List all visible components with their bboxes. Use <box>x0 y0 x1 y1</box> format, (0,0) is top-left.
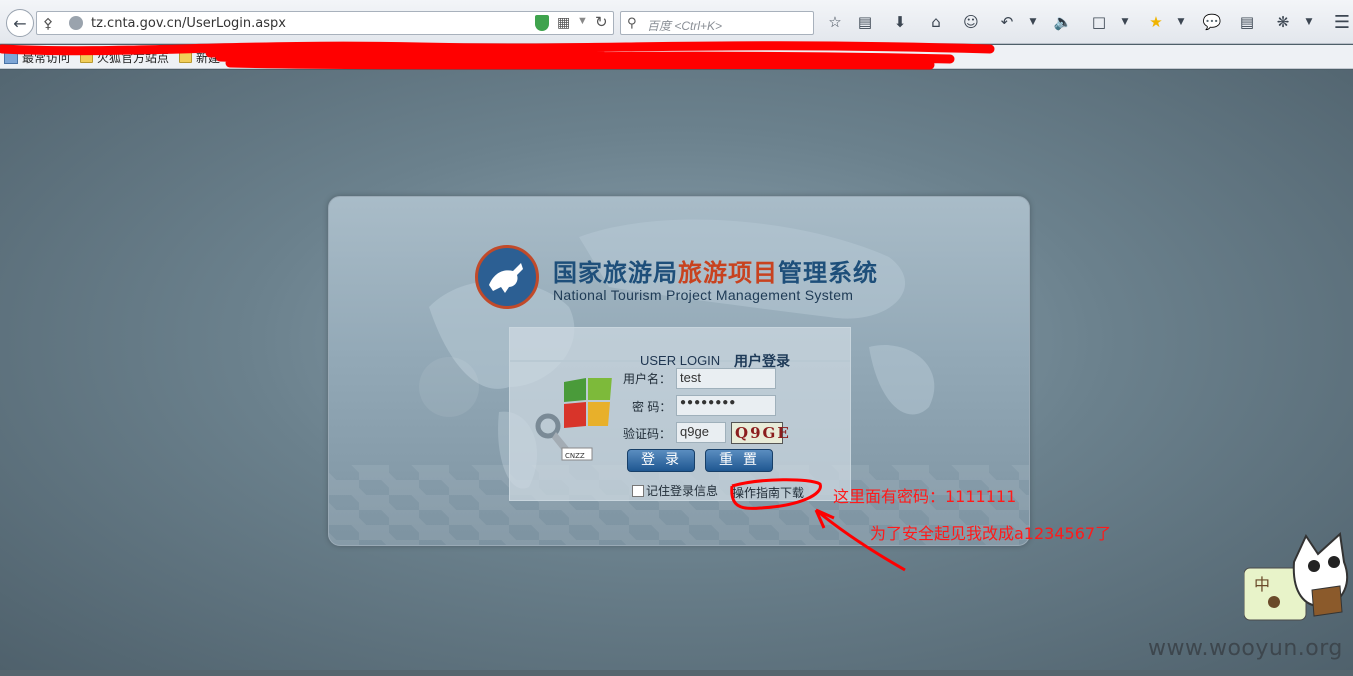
volume-icon[interactable]: 🔈 <box>1052 11 1074 33</box>
qrcode-icon[interactable]: ▦ <box>557 14 570 31</box>
bookmarks-list-icon[interactable]: ▤ <box>854 11 876 33</box>
url-text: tz.cnta.gov.cn/UserLogin.aspx <box>91 16 286 31</box>
login-heading-en: USER LOGIN <box>640 353 721 368</box>
smiley-icon[interactable]: ☺ <box>960 11 982 33</box>
address-bar[interactable]: ⚴ tz.cnta.gov.cn/UserLogin.aspx ▦ ▼ ↻ <box>36 11 614 35</box>
remember-login[interactable]: 记住登录信息 <box>632 482 718 499</box>
login-button[interactable]: 登录 <box>627 449 695 472</box>
search-placeholder: 百度 <Ctrl+K> <box>647 19 723 33</box>
bookmarks-bar: 最常访问 火狐官方站点 新建 <box>0 41 1353 70</box>
mascot-sticker: 中 <box>1244 532 1349 621</box>
search-box[interactable]: ⚲ 百度 <Ctrl+K> <box>620 11 814 35</box>
password-label: 密 码： <box>632 400 672 414</box>
title-part-accent: 旅游项目 <box>678 259 778 287</box>
key-icon: ⚴ <box>43 15 54 31</box>
home-icon[interactable]: ⌂ <box>925 11 947 33</box>
username-field[interactable]: test <box>676 368 776 389</box>
bug-icon[interactable]: ❋ <box>1272 11 1294 33</box>
keys-windows-icon: CNZZ <box>535 378 612 461</box>
reset-button[interactable]: 重置 <box>705 449 773 472</box>
password-field[interactable]: ●●●●●●●● <box>676 395 776 416</box>
bookmark-star-icon[interactable]: ☆ <box>824 11 846 33</box>
title-part: 国家旅游局 <box>553 259 678 287</box>
chevron-down-icon[interactable]: ▼ <box>1170 11 1192 33</box>
captcha-label: 验证码： <box>623 427 672 441</box>
menu-icon[interactable]: ☰ <box>1331 11 1353 33</box>
system-title-en: National Tourism Project Management Syst… <box>553 287 854 303</box>
remember-checkbox[interactable] <box>632 484 644 497</box>
chevron-down-icon[interactable]: ▼ <box>1114 11 1136 33</box>
title-part: 管理系统 <box>778 259 878 287</box>
watermark: www.wooyun.org <box>1148 636 1343 661</box>
chevron-down-icon[interactable]: ▼ <box>1022 11 1044 33</box>
tourism-logo-emblem <box>475 245 539 309</box>
annotation-password-note: 这里面有密码：1111111 <box>833 487 1017 506</box>
annotation-changed-note: 为了安全起见我改成a1234567了 <box>870 524 1112 543</box>
dropdown-arrow-icon[interactable]: ▼ <box>577 15 588 27</box>
chevron-down-icon[interactable]: ▼ <box>1298 11 1320 33</box>
download-icon[interactable]: ⬇ <box>889 11 911 33</box>
horse-icon <box>489 263 523 293</box>
svg-text:CNZZ: CNZZ <box>565 452 585 460</box>
captcha-field[interactable]: q9ge <box>676 422 726 443</box>
svg-text:中: 中 <box>1254 575 1270 594</box>
username-label: 用户名： <box>623 372 672 386</box>
page-bottom-strip <box>0 670 1353 676</box>
star-badge-icon[interactable]: ★ <box>1145 11 1167 33</box>
captcha-image[interactable]: Q9GE <box>731 422 789 444</box>
remember-label: 记住登录信息 <box>646 484 719 498</box>
undo-icon[interactable]: ↶ <box>996 11 1018 33</box>
chat-bubble-icon[interactable]: 💬 <box>1201 11 1223 33</box>
captcha-text: Q9GE <box>735 424 791 442</box>
crop-icon[interactable]: □ <box>1088 11 1110 33</box>
system-title-zh: 国家旅游局旅游项目管理系统 <box>553 253 878 288</box>
back-arrow-icon[interactable]: ← <box>6 9 34 37</box>
search-icon: ⚲ <box>627 15 637 30</box>
shield-icon[interactable] <box>535 15 549 31</box>
reader-icon[interactable]: ▤ <box>1236 11 1258 33</box>
reload-icon[interactable]: ↻ <box>595 13 608 31</box>
globe-icon <box>69 16 83 30</box>
